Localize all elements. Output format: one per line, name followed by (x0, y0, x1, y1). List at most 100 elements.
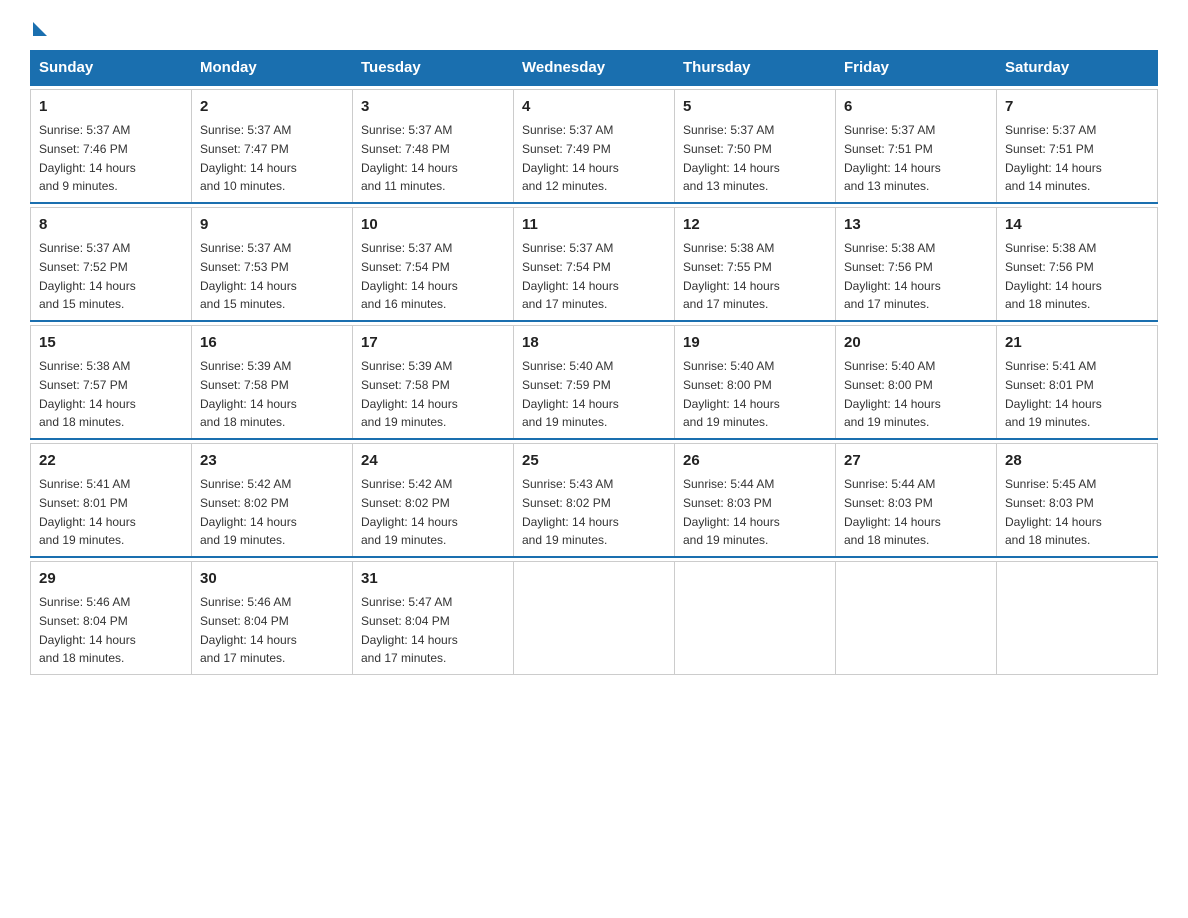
day-info: Sunrise: 5:37 AMSunset: 7:49 PMDaylight:… (522, 123, 619, 193)
day-info: Sunrise: 5:37 AMSunset: 7:51 PMDaylight:… (844, 123, 941, 193)
day-info: Sunrise: 5:39 AMSunset: 7:58 PMDaylight:… (200, 359, 297, 429)
calendar-cell-1-2: 10 Sunrise: 5:37 AMSunset: 7:54 PMDayligh… (353, 207, 514, 321)
day-number: 20 (844, 332, 988, 355)
day-info: Sunrise: 5:38 AMSunset: 7:57 PMDaylight:… (39, 359, 136, 429)
calendar-cell-1-3: 11Sunrise: 5:37 AMSunset: 7:54 PMDayligh… (514, 207, 675, 321)
day-number: 21 (1005, 332, 1149, 355)
day-number: 7 (1005, 96, 1149, 119)
calendar-cell-4-2: 31 Sunrise: 5:47 AMSunset: 8:04 PMDayligh… (353, 561, 514, 675)
day-info: Sunrise: 5:37 AMSunset: 7:50 PMDaylight:… (683, 123, 780, 193)
calendar-cell-1-5: 13 Sunrise: 5:38 AMSunset: 7:56 PMDayligh… (836, 207, 997, 321)
calendar-cell-0-0: 1 Sunrise: 5:37 AMSunset: 7:46 PMDaylight… (31, 89, 192, 203)
day-number: 13 (844, 214, 988, 237)
day-info: Sunrise: 5:37 AMSunset: 7:46 PMDaylight:… (39, 123, 136, 193)
calendar-cell-2-6: 21 Sunrise: 5:41 AMSunset: 8:01 PMDayligh… (997, 325, 1158, 439)
day-number: 28 (1005, 450, 1149, 473)
calendar-cell-0-5: 6 Sunrise: 5:37 AMSunset: 7:51 PMDaylight… (836, 89, 997, 203)
day-info: Sunrise: 5:37 AMSunset: 7:47 PMDaylight:… (200, 123, 297, 193)
calendar-cell-2-3: 18Sunrise: 5:40 AMSunset: 7:59 PMDayligh… (514, 325, 675, 439)
calendar-cell-1-1: 9Sunrise: 5:37 AMSunset: 7:53 PMDaylight… (192, 207, 353, 321)
day-info: Sunrise: 5:46 AMSunset: 8:04 PMDaylight:… (39, 595, 136, 665)
day-info: Sunrise: 5:37 AMSunset: 7:54 PMDaylight:… (361, 241, 458, 311)
day-number: 17 (361, 332, 505, 355)
day-number: 12 (683, 214, 827, 237)
day-number: 27 (844, 450, 988, 473)
day-number: 22 (39, 450, 183, 473)
day-info: Sunrise: 5:43 AMSunset: 8:02 PMDaylight:… (522, 477, 619, 547)
calendar-cell-3-4: 26 Sunrise: 5:44 AMSunset: 8:03 PMDayligh… (675, 443, 836, 557)
day-number: 9 (200, 214, 344, 237)
day-number: 5 (683, 96, 827, 119)
day-number: 29 (39, 568, 183, 591)
week-row-2: 15 Sunrise: 5:38 AMSunset: 7:57 PMDayligh… (31, 325, 1158, 439)
calendar-cell-0-1: 2 Sunrise: 5:37 AMSunset: 7:47 PMDaylight… (192, 89, 353, 203)
day-number: 14 (1005, 214, 1149, 237)
col-saturday: Saturday (997, 51, 1158, 86)
day-number: 2 (200, 96, 344, 119)
day-info: Sunrise: 5:41 AMSunset: 8:01 PMDaylight:… (39, 477, 136, 547)
calendar-cell-3-3: 25 Sunrise: 5:43 AMSunset: 8:02 PMDayligh… (514, 443, 675, 557)
day-info: Sunrise: 5:38 AMSunset: 7:55 PMDaylight:… (683, 241, 780, 311)
calendar-cell-2-2: 17 Sunrise: 5:39 AMSunset: 7:58 PMDayligh… (353, 325, 514, 439)
day-info: Sunrise: 5:37 AMSunset: 7:52 PMDaylight:… (39, 241, 136, 311)
day-number: 19 (683, 332, 827, 355)
col-thursday: Thursday (675, 51, 836, 86)
day-number: 1 (39, 96, 183, 119)
calendar-cell-1-4: 12 Sunrise: 5:38 AMSunset: 7:55 PMDayligh… (675, 207, 836, 321)
day-number: 15 (39, 332, 183, 355)
day-info: Sunrise: 5:42 AMSunset: 8:02 PMDaylight:… (200, 477, 297, 547)
day-number: 24 (361, 450, 505, 473)
day-info: Sunrise: 5:39 AMSunset: 7:58 PMDaylight:… (361, 359, 458, 429)
calendar-header-row: Sunday Monday Tuesday Wednesday Thursday… (31, 51, 1158, 86)
week-row-0: 1 Sunrise: 5:37 AMSunset: 7:46 PMDaylight… (31, 89, 1158, 203)
logo-arrow-icon (33, 22, 47, 36)
day-info: Sunrise: 5:40 AMSunset: 8:00 PMDaylight:… (844, 359, 941, 429)
day-info: Sunrise: 5:47 AMSunset: 8:04 PMDaylight:… (361, 595, 458, 665)
day-info: Sunrise: 5:38 AMSunset: 7:56 PMDaylight:… (844, 241, 941, 311)
calendar-cell-2-5: 20 Sunrise: 5:40 AMSunset: 8:00 PMDayligh… (836, 325, 997, 439)
calendar-cell-4-1: 30 Sunrise: 5:46 AMSunset: 8:04 PMDayligh… (192, 561, 353, 675)
day-number: 25 (522, 450, 666, 473)
day-number: 11 (522, 214, 666, 237)
day-info: Sunrise: 5:44 AMSunset: 8:03 PMDaylight:… (683, 477, 780, 547)
week-row-1: 8 Sunrise: 5:37 AMSunset: 7:52 PMDaylight… (31, 207, 1158, 321)
calendar-cell-4-0: 29 Sunrise: 5:46 AMSunset: 8:04 PMDayligh… (31, 561, 192, 675)
calendar-cell-3-5: 27Sunrise: 5:44 AMSunset: 8:03 PMDayligh… (836, 443, 997, 557)
day-number: 8 (39, 214, 183, 237)
week-row-3: 22 Sunrise: 5:41 AMSunset: 8:01 PMDayligh… (31, 443, 1158, 557)
day-number: 26 (683, 450, 827, 473)
day-number: 18 (522, 332, 666, 355)
day-info: Sunrise: 5:41 AMSunset: 8:01 PMDaylight:… (1005, 359, 1102, 429)
calendar-cell-2-1: 16Sunrise: 5:39 AMSunset: 7:58 PMDayligh… (192, 325, 353, 439)
day-info: Sunrise: 5:37 AMSunset: 7:48 PMDaylight:… (361, 123, 458, 193)
calendar-cell-1-6: 14Sunrise: 5:38 AMSunset: 7:56 PMDayligh… (997, 207, 1158, 321)
col-wednesday: Wednesday (514, 51, 675, 86)
day-number: 23 (200, 450, 344, 473)
day-info: Sunrise: 5:40 AMSunset: 8:00 PMDaylight:… (683, 359, 780, 429)
calendar-cell-2-4: 19 Sunrise: 5:40 AMSunset: 8:00 PMDayligh… (675, 325, 836, 439)
day-number: 31 (361, 568, 505, 591)
day-number: 4 (522, 96, 666, 119)
day-info: Sunrise: 5:45 AMSunset: 8:03 PMDaylight:… (1005, 477, 1102, 547)
day-number: 10 (361, 214, 505, 237)
day-number: 3 (361, 96, 505, 119)
day-info: Sunrise: 5:42 AMSunset: 8:02 PMDaylight:… (361, 477, 458, 547)
day-number: 30 (200, 568, 344, 591)
calendar-cell-3-2: 24 Sunrise: 5:42 AMSunset: 8:02 PMDayligh… (353, 443, 514, 557)
calendar-cell-4-6 (997, 561, 1158, 675)
calendar-cell-0-4: 5 Sunrise: 5:37 AMSunset: 7:50 PMDaylight… (675, 89, 836, 203)
col-sunday: Sunday (31, 51, 192, 86)
calendar-cell-1-0: 8 Sunrise: 5:37 AMSunset: 7:52 PMDaylight… (31, 207, 192, 321)
page-header (30, 20, 1158, 32)
calendar-cell-2-0: 15 Sunrise: 5:38 AMSunset: 7:57 PMDayligh… (31, 325, 192, 439)
day-info: Sunrise: 5:46 AMSunset: 8:04 PMDaylight:… (200, 595, 297, 665)
day-number: 6 (844, 96, 988, 119)
calendar-cell-4-4 (675, 561, 836, 675)
calendar-cell-0-2: 3 Sunrise: 5:37 AMSunset: 7:48 PMDaylight… (353, 89, 514, 203)
calendar-cell-4-5 (836, 561, 997, 675)
col-tuesday: Tuesday (353, 51, 514, 86)
col-monday: Monday (192, 51, 353, 86)
calendar-cell-3-6: 28 Sunrise: 5:45 AMSunset: 8:03 PMDayligh… (997, 443, 1158, 557)
week-row-4: 29 Sunrise: 5:46 AMSunset: 8:04 PMDayligh… (31, 561, 1158, 675)
calendar-cell-4-3 (514, 561, 675, 675)
